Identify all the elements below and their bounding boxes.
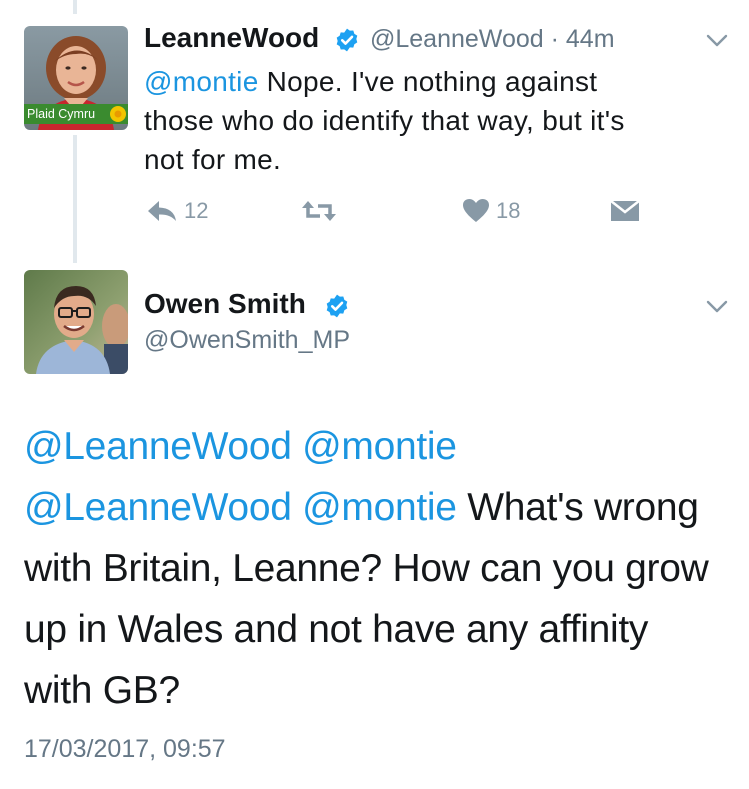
tweet-text-segment: What's wrong [456,486,699,529]
avatar[interactable]: Plaid Cymru [24,26,128,130]
handle-text: @LeanneWood [370,25,544,53]
tweet-text-line2: those who do identify that way, but it's [144,105,625,136]
reply-icon [148,201,176,221]
avatar[interactable] [24,270,128,374]
separator: · [550,25,559,53]
display-name[interactable]: Owen Smith [144,288,306,320]
tweet-time[interactable]: 44m [566,25,615,53]
thread-connector [73,135,77,263]
avatar-owensmith-image [24,270,128,374]
reply-count: 12 [184,198,209,223]
tweet-text: @montie Nope. I've nothing against those… [144,62,714,179]
like-button[interactable]: 18 [462,196,520,226]
verified-badge-icon [336,28,358,52]
chevron-down-icon[interactable] [706,300,728,314]
tweet-text-line3: with Britain, Leanne? How can you grow [24,547,709,590]
envelope-icon [610,200,640,221]
verified-badge-icon [326,294,348,318]
display-name[interactable]: LeanneWood [144,22,319,54]
tweet-text-line2: @LeanneWood @montie What's wrong [24,477,734,538]
tweet-text-line5: with GB? [24,669,180,712]
tweet-text: @LeanneWood @montie @LeanneWood @montie … [24,416,734,721]
tweet-text-line1: Nope. I've nothing against [258,66,598,97]
handle[interactable]: @OwenSmith_MP [144,326,350,355]
mention-line[interactable]: @LeanneWood @montie [24,416,734,477]
retweet-button[interactable] [300,196,338,226]
avatar-badge-label: Plaid Cymru [27,107,96,121]
thread-connector-top [73,0,77,14]
chevron-down-icon[interactable] [706,34,728,48]
handle[interactable]: @LeanneWood · 44m [370,25,615,54]
heart-icon [463,199,489,222]
mention-link[interactable]: @montie [144,66,259,97]
retweet-icon [302,201,336,221]
like-count: 18 [496,198,521,223]
reply-button[interactable]: 12 [146,196,208,226]
mention-link[interactable]: @LeanneWood @montie [24,486,457,529]
direct-message-button[interactable] [610,196,640,226]
tweet-text-line4: up in Wales and not have any affinity [24,608,649,651]
tweet-text-line3: not for me. [144,144,282,175]
tweet-timestamp[interactable]: 17/03/2017, 09:57 [24,735,226,764]
